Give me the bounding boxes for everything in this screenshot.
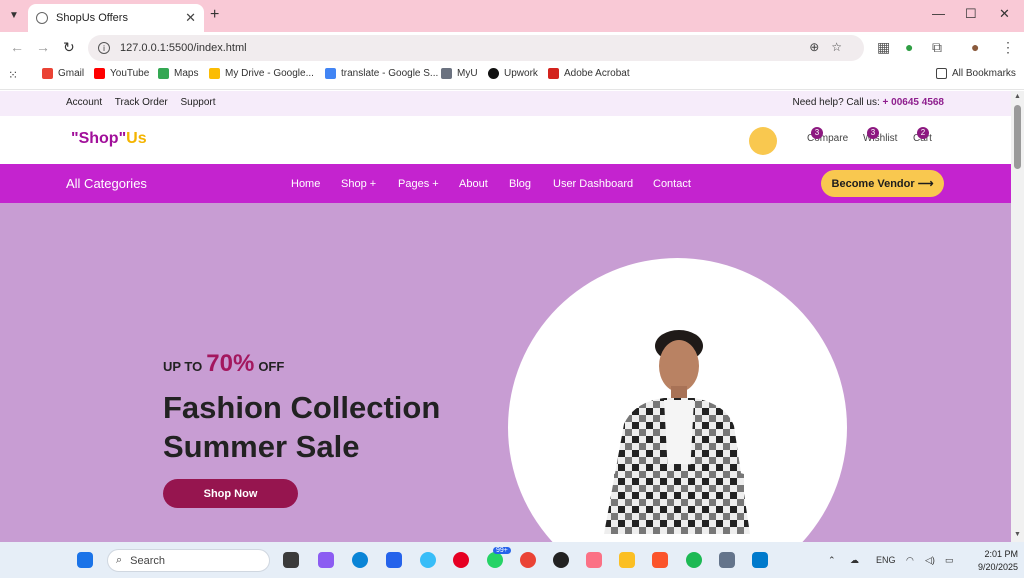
all-bookmarks[interactable]: All Bookmarks	[936, 68, 1016, 79]
hero-banner: UP TO 70% OFF Fashion Collection Summer Sa…	[0, 203, 1011, 542]
page-scrollbar[interactable]: ▲ ▼	[1011, 91, 1024, 542]
model-image	[604, 330, 750, 534]
bookmark-myu[interactable]: MyU	[441, 68, 478, 79]
close-window-icon[interactable]: ✕	[999, 6, 1010, 22]
battery-icon[interactable]: ▭	[945, 555, 954, 566]
discount-percent: 70%	[206, 350, 255, 377]
reload-icon[interactable]: ↻	[63, 39, 75, 56]
cart-count-badge: 2	[917, 127, 929, 139]
extension-icon[interactable]: ●	[905, 39, 913, 55]
start-icon[interactable]	[77, 552, 93, 568]
wishlist-link[interactable]: 3 Wishlist	[863, 127, 897, 144]
support-link[interactable]: Support	[181, 97, 216, 108]
wifi-icon[interactable]: ◠	[906, 555, 914, 566]
apps-grid-icon[interactable]: ⁙	[8, 68, 18, 82]
hero-image-circle	[508, 258, 847, 542]
maximize-icon[interactable]: ☐	[965, 6, 977, 22]
zoom-bookmark-icons[interactable]: ⊕☆	[809, 40, 854, 54]
top-strip: Account Track Order Support Need help? C…	[0, 91, 1011, 116]
whatsapp-badge: 99+	[493, 547, 511, 554]
chatgpt-icon[interactable]	[553, 552, 569, 568]
weather-icon[interactable]	[420, 552, 436, 568]
brave-icon[interactable]	[652, 552, 668, 568]
scroll-up-icon[interactable]: ▲	[1014, 93, 1021, 100]
volume-icon[interactable]: ◁)	[925, 555, 935, 566]
shop-now-button[interactable]: Shop Now	[163, 479, 298, 508]
forward-icon[interactable]: →	[36, 39, 50, 55]
task-view-icon[interactable]	[283, 552, 299, 568]
whatsapp-icon[interactable]	[487, 552, 503, 568]
url-text: 127.0.0.1:5500/index.html	[120, 42, 247, 54]
nav-pages[interactable]: Pages +	[398, 178, 439, 190]
bookmark-acrobat[interactable]: Adobe Acrobat	[548, 68, 630, 79]
main-nav: All Categories Home Shop + Pages + About…	[0, 164, 1011, 203]
windows-taskbar: ⌕ Search 99+ ⌃ ☁ ENG ◠ ◁) ▭ 2:01 PM 9/20…	[0, 542, 1024, 578]
minimize-icon[interactable]: —	[932, 6, 945, 21]
new-tab-icon[interactable]: +	[210, 6, 219, 24]
all-categories-button[interactable]: All Categories	[66, 176, 147, 191]
calendar-icon[interactable]	[719, 552, 735, 568]
tab-search-grid-icon[interactable]: ▦	[877, 39, 890, 56]
bookmark-translate[interactable]: translate - Google S...	[325, 68, 438, 79]
scroll-thumb[interactable]	[1014, 105, 1021, 169]
nav-user-dashboard[interactable]: User Dashboard	[553, 178, 633, 190]
language-indicator[interactable]: ENG	[876, 555, 896, 565]
bookmark-drive[interactable]: My Drive - Google...	[209, 68, 314, 79]
search-avatar-circle[interactable]	[749, 127, 777, 155]
nav-home[interactable]: Home	[291, 178, 320, 190]
music-icon[interactable]	[586, 552, 602, 568]
bookmark-maps[interactable]: Maps	[158, 68, 198, 79]
tab-search-icon[interactable]: ▼	[4, 5, 24, 25]
taskbar-clock[interactable]: 2:01 PM 9/20/2025	[978, 548, 1018, 574]
nav-contact[interactable]: Contact	[653, 178, 691, 190]
account-link[interactable]: Account	[66, 97, 102, 108]
scroll-down-icon[interactable]: ▼	[1014, 531, 1021, 538]
spotify-icon[interactable]	[686, 552, 702, 568]
bookmark-gmail[interactable]: Gmail	[42, 68, 84, 79]
profile-avatar[interactable]: ●	[971, 39, 979, 55]
taskbar-search[interactable]: ⌕ Search	[107, 549, 270, 572]
pinterest-icon[interactable]	[453, 552, 469, 568]
url-field[interactable]: i 127.0.0.1:5500/index.html ⊕☆	[88, 35, 864, 61]
nav-shop[interactable]: Shop +	[341, 178, 376, 190]
extensions-puzzle-icon[interactable]: ⧉	[932, 39, 942, 56]
edge-icon[interactable]	[352, 552, 368, 568]
file-explorer-icon[interactable]	[619, 552, 635, 568]
close-tab-icon[interactable]: ✕	[185, 10, 196, 26]
onedrive-icon[interactable]: ☁	[850, 555, 859, 566]
help-text: Need help? Call us: + 00645 4568	[792, 97, 944, 108]
tab-title: ShopUs Offers	[56, 12, 128, 24]
cart-link[interactable]: 2 Cart	[913, 127, 932, 144]
compare-count-badge: 3	[811, 127, 823, 139]
site-header: "Shop"Us 3 Compare 3 Wishlist 2 Cart	[0, 116, 1011, 164]
browser-tab[interactable]: ShopUs Offers ✕	[28, 4, 204, 32]
page-viewport: Account Track Order Support Need help? C…	[0, 91, 1011, 542]
back-icon[interactable]: ←	[10, 39, 24, 55]
chrome-icon[interactable]	[520, 552, 536, 568]
bookmark-youtube[interactable]: YouTube	[94, 68, 149, 79]
wishlist-count-badge: 3	[867, 127, 879, 139]
bookmark-upwork[interactable]: Upwork	[488, 68, 538, 79]
store-icon[interactable]	[386, 552, 402, 568]
discount-label: UP TO 70% OFF	[163, 350, 285, 377]
globe-icon	[36, 12, 48, 24]
nav-blog[interactable]: Blog	[509, 178, 531, 190]
tray-chevron-icon[interactable]: ⌃	[828, 555, 836, 566]
nav-about[interactable]: About	[459, 178, 488, 190]
browser-tab-bar: ▼ ShopUs Offers ✕ + — ☐ ✕	[0, 0, 1024, 32]
compare-link[interactable]: 3 Compare	[807, 127, 848, 144]
bookmarks-bar: ⁙ Gmail YouTube Maps My Drive - Google..…	[0, 62, 1024, 90]
hero-title: Fashion Collection Summer Sale	[163, 390, 441, 464]
track-order-link[interactable]: Track Order	[115, 97, 168, 108]
address-bar: ← → ↻ i 127.0.0.1:5500/index.html ⊕☆ ▦ ●…	[0, 32, 1024, 62]
vscode-icon[interactable]	[752, 552, 768, 568]
become-vendor-button[interactable]: Become Vendor ⟶	[821, 170, 944, 197]
site-logo[interactable]: "Shop"Us	[71, 130, 147, 148]
menu-kebab-icon[interactable]: ⋮	[1001, 39, 1015, 56]
site-info-icon[interactable]: i	[98, 42, 110, 54]
copilot-icon[interactable]	[318, 552, 334, 568]
help-phone[interactable]: + 00645 4568	[883, 97, 944, 108]
search-icon: ⌕	[116, 554, 123, 566]
